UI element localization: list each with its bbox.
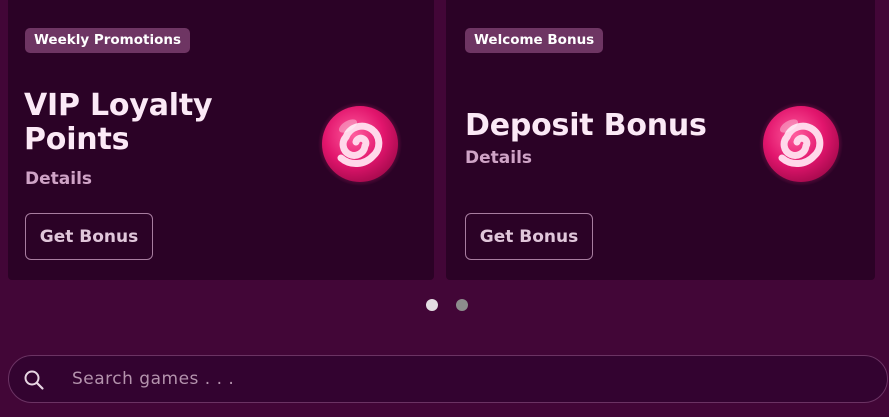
promo-card-deposit-bonus: Welcome Bonus Deposit Bonus Details Get … xyxy=(446,0,875,280)
get-bonus-button[interactable]: Get Bonus xyxy=(465,213,593,260)
promo-title: VIP Loyalty Points xyxy=(24,88,213,157)
promo-badge: Welcome Bonus xyxy=(465,28,604,53)
get-bonus-button[interactable]: Get Bonus xyxy=(25,213,153,260)
search-icon xyxy=(24,370,44,390)
promo-title: Deposit Bonus xyxy=(465,108,707,143)
swirl-candy-icon xyxy=(759,102,843,186)
search-input[interactable] xyxy=(72,356,852,402)
promo-details-link[interactable]: Details xyxy=(25,169,92,189)
carousel-pagination xyxy=(426,299,468,311)
promo-badge: Weekly Promotions xyxy=(25,28,190,53)
search-bar xyxy=(8,355,888,403)
carousel-dot-2[interactable] xyxy=(456,299,468,311)
swirl-candy-icon xyxy=(318,102,402,186)
promo-details-link[interactable]: Details xyxy=(465,148,532,168)
carousel-dot-1[interactable] xyxy=(426,299,438,311)
promo-card-vip-loyalty: Weekly Promotions VIP Loyalty Points Det… xyxy=(8,0,434,280)
